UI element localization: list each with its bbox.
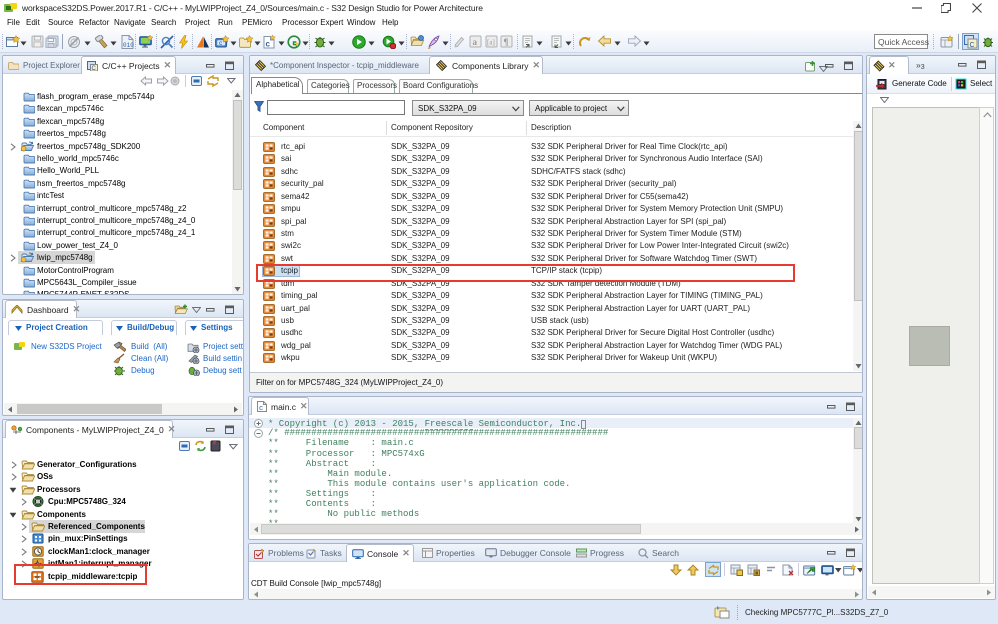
- svg-text:[a]: [a]: [487, 39, 495, 47]
- svg-text:¶: ¶: [504, 37, 509, 47]
- svg-text:C: C: [970, 42, 975, 49]
- svg-text:010: 010: [123, 42, 134, 49]
- svg-text:a: a: [473, 37, 478, 47]
- svg-text:c: c: [266, 40, 271, 49]
- svg-text:c: c: [259, 405, 263, 412]
- svg-text:C: C: [92, 66, 97, 71]
